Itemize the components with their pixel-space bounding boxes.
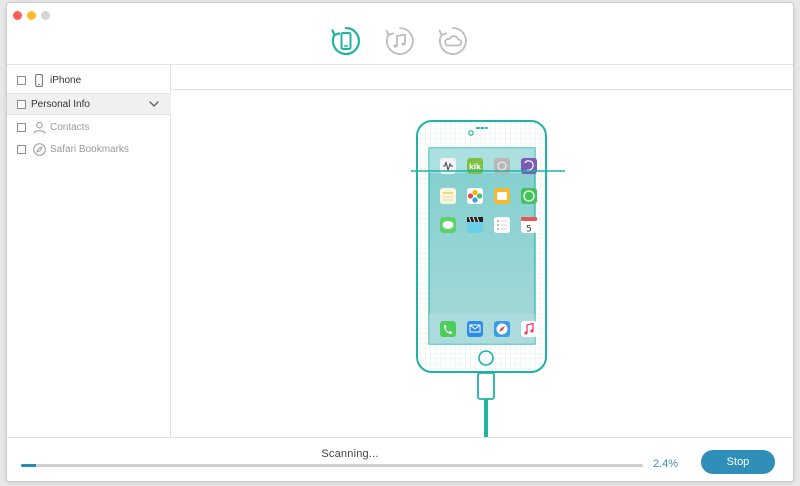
contacts-label: Contacts [50, 121, 90, 133]
scan-progress-fill [21, 464, 36, 467]
mode-recover-from-itunes-backup[interactable] [384, 25, 416, 57]
scan-progress-bar [21, 464, 643, 467]
cloud-refresh-icon [438, 27, 467, 55]
svg-text:kik: kik [469, 163, 481, 171]
title-bar [7, 3, 793, 65]
sidebar-group-personal-info[interactable]: Personal Info [7, 93, 171, 115]
safari-bookmarks-checkbox[interactable] [17, 144, 26, 154]
sidebar-item-contacts[interactable]: Contacts [7, 115, 171, 139]
mode-recover-from-ios-device[interactable] [330, 25, 362, 57]
personal-info-checkbox[interactable] [17, 99, 26, 109]
scanning-status-text: Scanning... [321, 448, 379, 460]
contacts-checkbox[interactable] [17, 122, 26, 132]
stop-button[interactable]: Stop [701, 450, 775, 474]
safari-bookmarks-label: Safari Bookmarks [50, 143, 129, 155]
phone-icon [32, 73, 46, 87]
minimize-window-button[interactable] [27, 11, 36, 20]
svg-text:5: 5 [526, 225, 532, 235]
device-label: iPhone [50, 74, 82, 86]
main-header-divider [171, 89, 793, 90]
compass-icon [32, 142, 46, 156]
chevron-down-icon[interactable] [149, 100, 159, 108]
music-refresh-icon [385, 27, 414, 55]
mode-recover-from-icloud-backup[interactable] [437, 25, 469, 57]
person-icon [32, 120, 46, 134]
phone-refresh-icon [331, 26, 361, 56]
sidebar: iPhone Personal Info Contacts Safari Boo… [7, 65, 171, 437]
scanning-phone-illustration: kik 5 [405, 118, 565, 440]
sidebar-item-safari-bookmarks[interactable]: Safari Bookmarks [7, 137, 171, 161]
sidebar-item-device[interactable]: iPhone [7, 68, 171, 92]
progress-percent-label: 2.4% [653, 458, 679, 470]
app-window: iPhone Personal Info Contacts Safari Boo… [6, 2, 794, 482]
status-bar: Scanning... 2.4% Stop [7, 437, 793, 481]
close-window-button[interactable] [13, 11, 22, 20]
device-checkbox[interactable] [17, 75, 26, 85]
zoom-window-button[interactable] [41, 11, 50, 20]
group-label: Personal Info [31, 98, 90, 110]
